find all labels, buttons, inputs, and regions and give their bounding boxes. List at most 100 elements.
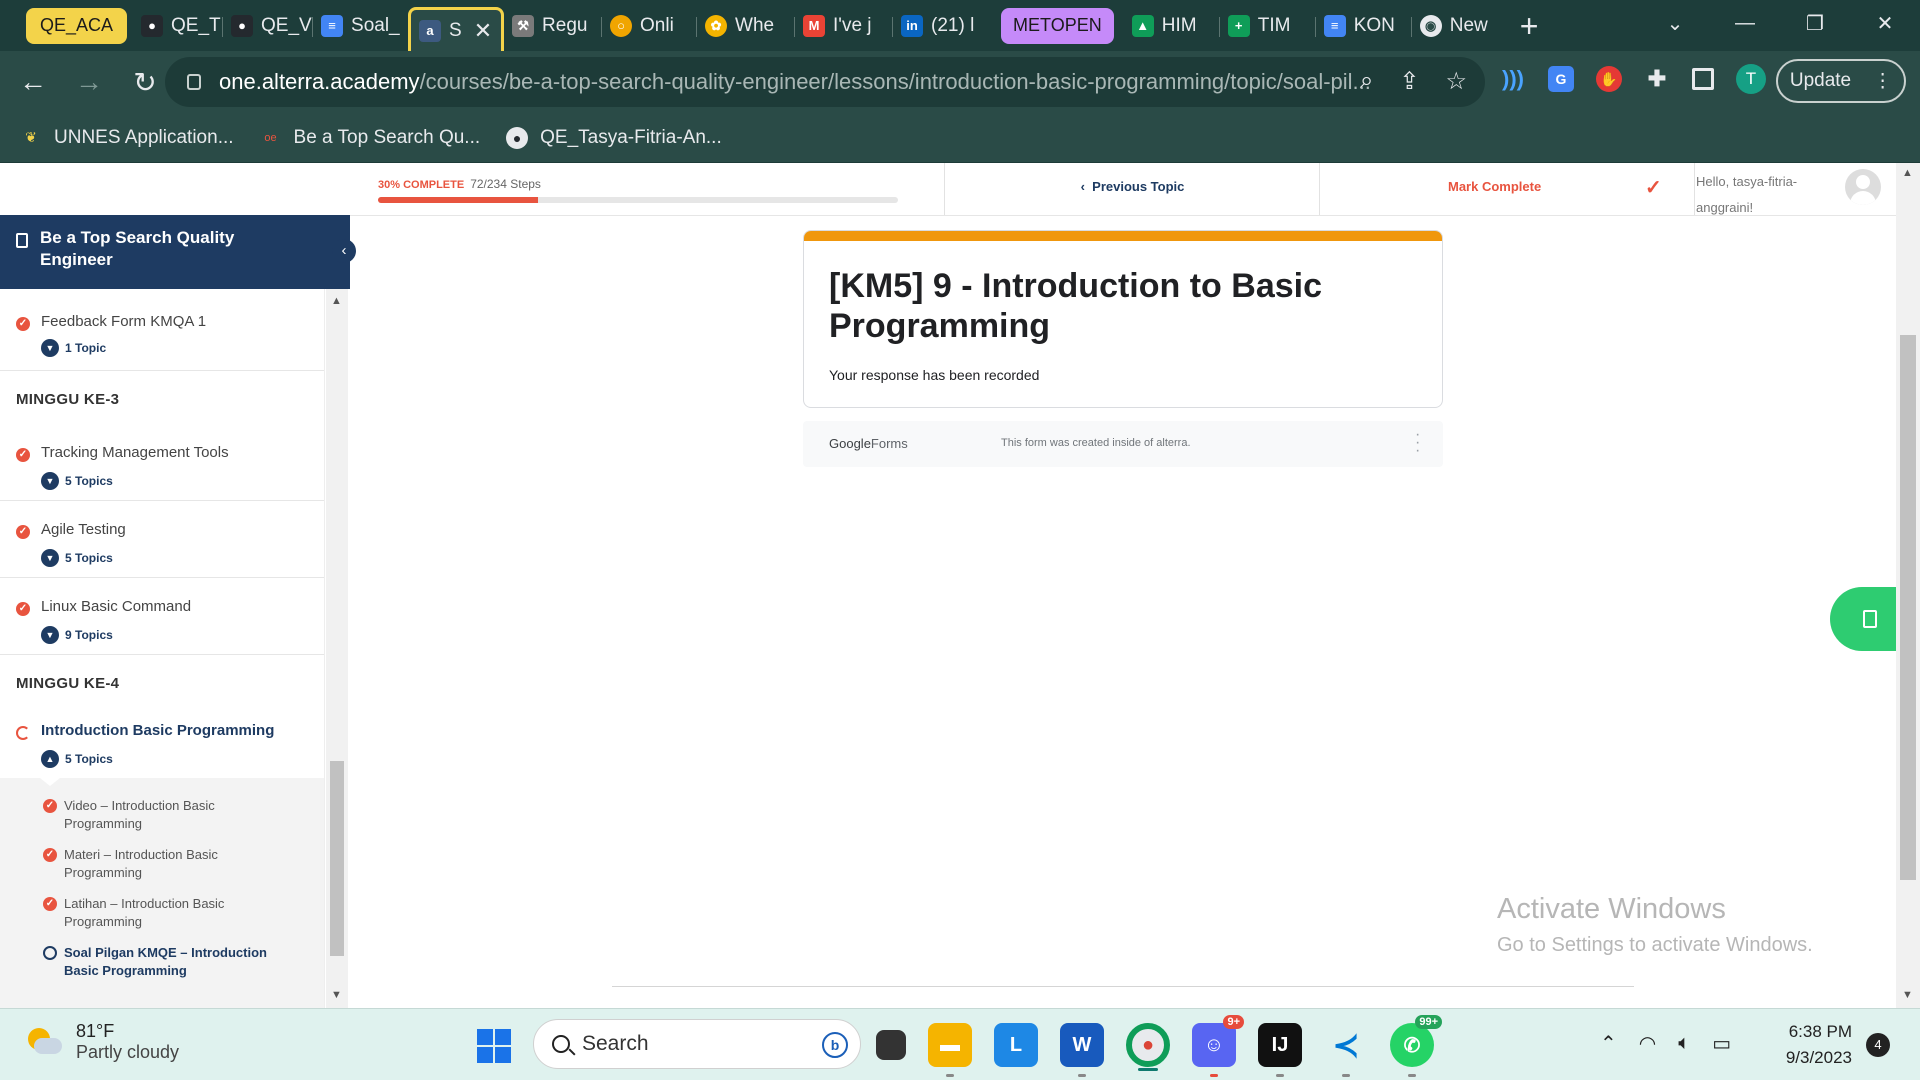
topic-item[interactable]: ✓ Materi – Introduction Basic Programming bbox=[0, 841, 324, 890]
more-options-icon[interactable]: · · · bbox=[1415, 427, 1420, 459]
tab-soal[interactable]: ≡ Soal_ bbox=[313, 8, 408, 44]
taskbar-search[interactable]: Search b bbox=[533, 1019, 861, 1069]
topic-name[interactable]: Soal Pilgan KMQE – Introduction Basic Pr… bbox=[64, 944, 284, 980]
tab-active-course[interactable]: a S ✕ bbox=[408, 7, 505, 51]
tab-group-metopen[interactable]: METOPEN bbox=[1001, 7, 1114, 44]
minimize-icon[interactable]: — bbox=[1710, 12, 1780, 35]
extensions-puzzle-icon[interactable]: ✚ bbox=[1644, 66, 1670, 92]
more-menu-icon[interactable]: ⋮ bbox=[1873, 70, 1892, 93]
adblock-ext-icon[interactable]: ✋ bbox=[1596, 66, 1622, 92]
lark-app-icon[interactable]: L bbox=[994, 1023, 1038, 1067]
tab-gmail[interactable]: M I've j bbox=[795, 8, 894, 44]
chevron-up-icon[interactable]: ⌃ bbox=[1600, 1031, 1617, 1056]
bookmark-star-icon[interactable]: ☆ bbox=[1445, 67, 1467, 96]
reload-icon[interactable]: ↻ bbox=[122, 66, 168, 99]
tab-new[interactable]: ◉ New bbox=[1412, 8, 1502, 44]
side-panel-icon[interactable] bbox=[1692, 68, 1714, 90]
wifi-icon[interactable]: ◠ bbox=[1639, 1031, 1656, 1056]
update-button[interactable]: Update ⋮ bbox=[1776, 59, 1906, 103]
google-forms-logo[interactable]: GoogleForms bbox=[829, 436, 908, 451]
tab-docs[interactable]: ≡ KON bbox=[1316, 8, 1412, 44]
file-explorer-icon[interactable]: ▬ bbox=[928, 1023, 972, 1077]
weather-widget[interactable]: 81°F Partly cloudy bbox=[26, 1021, 179, 1063]
scroll-up-icon[interactable]: ▲ bbox=[331, 295, 342, 307]
tab-regu[interactable]: ⚒ Regu bbox=[504, 8, 603, 44]
forward-icon[interactable]: → bbox=[66, 66, 112, 98]
tab-drive[interactable]: ▲ HIM bbox=[1124, 8, 1220, 44]
lesson-topics-toggle[interactable]: ▼ 5 Topics bbox=[41, 549, 113, 567]
bookmark-course[interactable]: oe Be a Top Search Qu... bbox=[260, 127, 480, 149]
lesson-name[interactable]: Linux Basic Command bbox=[41, 598, 191, 615]
intellij-icon[interactable]: IJ bbox=[1258, 1023, 1302, 1077]
sidebar-scroll-thumb[interactable] bbox=[330, 761, 344, 956]
lesson-item[interactable]: ✓ Tracking Management Tools ▼ 5 Topics bbox=[0, 424, 324, 501]
tab-group-qe-aca[interactable]: QE_ACA bbox=[26, 7, 128, 44]
previous-topic-label: Previous Topic bbox=[1092, 179, 1185, 194]
previous-topic-button[interactable]: ‹ Previous Topic bbox=[945, 179, 1320, 194]
bookmark-unnes[interactable]: ❦ UNNES Application... bbox=[20, 127, 233, 149]
translate-ext-icon[interactable]: G bbox=[1548, 66, 1574, 92]
topic-item[interactable]: ✓ Video – Introduction Basic Programming bbox=[0, 792, 324, 841]
tab-search-icon[interactable]: ⌄ bbox=[1640, 11, 1710, 36]
lesson-topics-toggle[interactable]: ▼ 1 Topic bbox=[41, 339, 106, 357]
vscode-icon[interactable]: ≺ bbox=[1324, 1023, 1368, 1077]
notification-badge[interactable]: 4 bbox=[1866, 1033, 1890, 1057]
lesson-name[interactable]: Introduction Basic Programming bbox=[41, 722, 274, 739]
topic-name[interactable]: Materi – Introduction Basic Programming bbox=[64, 846, 284, 882]
reader-ext-icon[interactable]: ))) bbox=[1500, 66, 1526, 92]
page-scrollbar[interactable]: ▲ ▼ bbox=[1896, 163, 1920, 1008]
lesson-name[interactable]: Agile Testing bbox=[41, 521, 126, 538]
word-icon[interactable]: W bbox=[1060, 1023, 1104, 1077]
lock-icon[interactable] bbox=[187, 74, 201, 90]
back-icon[interactable]: ← bbox=[10, 66, 56, 98]
lesson-item[interactable]: ✓ Agile Testing ▼ 5 Topics bbox=[0, 501, 324, 578]
volume-icon[interactable]: 🔈︎ bbox=[1678, 1032, 1690, 1055]
lesson-topics-toggle[interactable]: ▼ 5 Topics bbox=[41, 472, 113, 490]
tab-sheets[interactable]: + TIM bbox=[1220, 8, 1316, 44]
scroll-up-icon[interactable]: ▲ bbox=[1902, 167, 1913, 179]
close-window-icon[interactable]: ✕ bbox=[1850, 11, 1920, 36]
tab-online[interactable]: ○ Onli bbox=[602, 8, 698, 44]
bing-icon[interactable]: b bbox=[822, 1032, 848, 1058]
lesson-topics-toggle[interactable]: ▼ 9 Topics bbox=[41, 626, 113, 644]
task-view-icon[interactable] bbox=[876, 1030, 906, 1060]
address-bar[interactable]: one.alterra.academy /courses/be-a-top-se… bbox=[165, 57, 1485, 107]
page-scroll-thumb[interactable] bbox=[1900, 335, 1916, 880]
taskbar-clock[interactable]: 6:38 PM 9/3/2023 bbox=[1772, 1019, 1852, 1071]
zoom-icon[interactable]: ⌕ bbox=[1360, 67, 1373, 96]
new-tab-button[interactable]: + bbox=[1520, 10, 1539, 42]
lesson-item[interactable]: ✓ Feedback Form KMQA 1 ▼ 1 Topic bbox=[0, 289, 324, 371]
topic-name[interactable]: Video – Introduction Basic Programming bbox=[64, 797, 284, 833]
collapse-sidebar-icon[interactable]: ‹ bbox=[332, 239, 356, 263]
chrome-icon[interactable]: ● bbox=[1126, 1023, 1170, 1071]
tab-qe-t[interactable]: ● QE_T bbox=[133, 8, 224, 44]
form-confirmation-card: [KM5] 9 - Introduction to Basic Programm… bbox=[803, 230, 1443, 408]
tab-linkedin[interactable]: in (21) l bbox=[893, 8, 991, 44]
tab-qe-v[interactable]: ● QE_V bbox=[223, 8, 314, 44]
completed-check-icon: ✓ bbox=[16, 602, 30, 616]
close-tab-icon[interactable]: ✕ bbox=[474, 18, 492, 44]
lesson-topics-toggle[interactable]: ▲ 5 Topics bbox=[41, 750, 113, 768]
scroll-down-icon[interactable]: ▼ bbox=[1902, 989, 1913, 1001]
scroll-down-icon[interactable]: ▼ bbox=[331, 989, 342, 1001]
tab-wheel[interactable]: ✿ Whe bbox=[697, 8, 796, 44]
windows-start-icon[interactable] bbox=[477, 1029, 511, 1063]
profile-avatar[interactable]: T bbox=[1736, 64, 1766, 94]
whatsapp-icon[interactable]: ✆ 99+ bbox=[1390, 1015, 1442, 1077]
lesson-item[interactable]: ✓ Linux Basic Command ▼ 9 Topics bbox=[0, 578, 324, 655]
topic-item[interactable]: ✓ Latihan – Introduction Basic Programmin… bbox=[0, 890, 324, 939]
user-avatar[interactable] bbox=[1845, 169, 1881, 205]
restore-icon[interactable]: ❐ bbox=[1780, 11, 1850, 36]
battery-icon[interactable]: ▭ bbox=[1712, 1031, 1731, 1056]
tab-group-label: QE_ACA bbox=[40, 15, 114, 35]
share-icon[interactable]: ⇪ bbox=[1399, 67, 1419, 96]
topic-name[interactable]: Latihan – Introduction Basic Programming bbox=[64, 895, 284, 931]
lesson-item-current[interactable]: Introduction Basic Programming ▲ 5 Topics bbox=[0, 708, 324, 778]
lesson-name[interactable]: Tracking Management Tools bbox=[41, 444, 229, 461]
discord-icon[interactable]: ☺ 9+ bbox=[1192, 1015, 1244, 1077]
bookmark-github[interactable]: ● QE_Tasya-Fitria-An... bbox=[506, 126, 722, 149]
sidebar-scrollbar[interactable]: ▲ ▼ bbox=[326, 289, 348, 1008]
lesson-name[interactable]: Feedback Form KMQA 1 bbox=[41, 313, 206, 330]
topic-item-current[interactable]: Soal Pilgan KMQE – Introduction Basic Pr… bbox=[0, 939, 324, 988]
gmail-icon: M bbox=[803, 14, 826, 37]
